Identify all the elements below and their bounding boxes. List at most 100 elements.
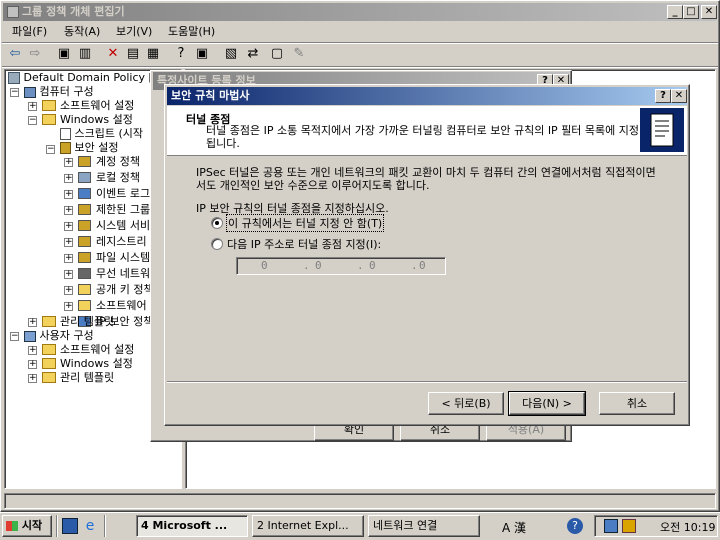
radio-ip-address[interactable] — [211, 238, 223, 250]
expand-icon[interactable]: + — [28, 360, 37, 369]
wizard-back-button[interactable]: < 뒤로(B) — [428, 392, 504, 415]
policy-node-icon — [78, 252, 91, 263]
delete-icon[interactable]: ✕ — [104, 45, 122, 63]
view-icon[interactable]: ▣ — [193, 45, 211, 63]
tree-windows-settings[interactable]: Windows 설정 — [60, 112, 133, 127]
internet-explorer-icon[interactable]: e — [82, 518, 98, 534]
properties-icon[interactable]: ▤ — [124, 45, 142, 63]
tree-security-child[interactable]: 계정 정책 — [96, 154, 140, 169]
tree-scripts[interactable]: 스크립트 (시작 — [60, 126, 143, 141]
tree-security-child[interactable]: 레지스트리 — [96, 234, 147, 249]
radio-no-tunnel-text: 이 규칙에서는 터널 지정 안 함(T) — [228, 217, 383, 230]
collapse-icon[interactable]: − — [28, 116, 37, 125]
tree-user-admin[interactable]: 관리 템플릿 — [60, 370, 114, 385]
tree-user-windows[interactable]: Windows 설정 — [60, 356, 133, 371]
policy-node-icon — [78, 284, 91, 295]
tree-security-settings[interactable]: 보안 설정 — [60, 140, 118, 155]
policy-node-icon — [78, 204, 91, 215]
policy-node-icon — [78, 156, 91, 167]
radio-no-tunnel-label[interactable]: 이 규칙에서는 터널 지정 안 함(T) — [225, 214, 385, 232]
tree-computer-config-label: 컴퓨터 구성 — [39, 85, 94, 98]
back-arrow-icon[interactable]: ⇦ — [6, 45, 24, 63]
app-icon — [7, 6, 19, 18]
folder-open-icon — [42, 114, 56, 125]
tree-admin-templates[interactable]: 관리 템플릿 — [60, 314, 114, 329]
export-icon[interactable]: ▦ — [144, 45, 162, 63]
clock-time: 10:19 — [683, 521, 716, 534]
user-icon — [24, 330, 36, 342]
wizard-titlebar[interactable]: 보안 규칙 마법사 — [167, 87, 687, 105]
tree-security-child[interactable]: 제한된 그룹 — [96, 202, 150, 217]
task-internet-explorer[interactable]: 2 Internet Expl... — [252, 515, 364, 537]
tree-software-settings[interactable]: 소프트웨어 설정 — [60, 98, 134, 113]
show-tree-icon[interactable]: ▥ — [76, 45, 94, 63]
policy-node-icon — [78, 268, 91, 279]
wizard-next-button[interactable]: 다음(N) > — [508, 391, 586, 416]
wizard-help-button[interactable]: ? — [655, 89, 671, 103]
task-network-connections[interactable]: 네트워크 연결 — [368, 515, 480, 537]
tree-security-child[interactable]: 파일 시스템 — [96, 250, 150, 265]
maximize-button[interactable]: □ — [683, 5, 699, 19]
expand-icon[interactable]: + — [64, 206, 73, 215]
expand-icon[interactable]: + — [64, 222, 73, 231]
menu-help[interactable]: 도움말(H) — [168, 24, 215, 40]
menu-file[interactable]: 파일(F) — [12, 24, 47, 40]
status-bar — [4, 493, 716, 509]
collapse-icon[interactable]: − — [10, 88, 19, 97]
tree-security-child[interactable]: 무선 네트워 — [96, 266, 150, 281]
task-microsoft[interactable]: 4 Microsoft ... — [136, 515, 248, 537]
collapse-icon[interactable]: − — [46, 145, 55, 154]
up-folder-icon[interactable]: ▣ — [55, 45, 73, 63]
menu-view[interactable]: 보기(V) — [116, 24, 152, 40]
network-icon[interactable] — [604, 519, 618, 533]
show-desktop-icon[interactable] — [62, 518, 78, 534]
radio-no-tunnel[interactable] — [211, 217, 223, 229]
tree-user-config[interactable]: 사용자 구성 — [24, 328, 94, 343]
close-button[interactable]: ✕ — [701, 5, 717, 19]
start-button[interactable]: 시작 — [2, 515, 52, 537]
expand-icon[interactable]: + — [28, 374, 37, 383]
main-titlebar[interactable]: 그룹 정책 개체 편집기 — [3, 3, 717, 21]
edit-icon[interactable]: ✎ — [290, 45, 308, 63]
expand-icon[interactable]: + — [64, 286, 73, 295]
forward-arrow-icon[interactable]: ⇨ — [26, 45, 44, 63]
tree-user-software[interactable]: 소프트웨어 설정 — [60, 342, 134, 357]
assign-icon[interactable]: ⇄ — [244, 45, 262, 63]
expand-icon[interactable]: + — [64, 158, 73, 167]
radio-selected-dot — [215, 221, 219, 225]
policy-node-icon — [78, 220, 91, 231]
wizard-cancel-button[interactable]: 취소 — [599, 392, 675, 415]
expand-icon[interactable]: + — [64, 270, 73, 279]
expand-icon[interactable]: + — [64, 302, 73, 311]
task-microsoft-label: 4 Microsoft ... — [141, 519, 228, 532]
folder-icon — [42, 100, 56, 111]
tree-root[interactable]: Default Domain Policy [I — [8, 70, 156, 85]
expand-icon[interactable]: + — [64, 238, 73, 247]
ip-dot-3: . — [411, 259, 418, 272]
menu-action[interactable]: 동작(A) — [64, 24, 100, 40]
ip-dot-2: . — [357, 259, 364, 272]
tree-computer-config[interactable]: 컴퓨터 구성 — [24, 84, 94, 99]
shield-icon[interactable] — [622, 519, 636, 533]
ime-indicator[interactable]: A 漢 — [502, 519, 526, 536]
tree-security-child[interactable]: 이벤트 로그 — [96, 186, 150, 201]
wizard-close-button[interactable]: ✕ — [671, 89, 687, 103]
expand-icon[interactable]: + — [64, 254, 73, 263]
minimize-button[interactable]: _ — [667, 5, 683, 19]
expand-icon[interactable]: + — [64, 190, 73, 199]
help-icon[interactable]: ? — [172, 45, 190, 63]
radio-ip-address-label[interactable]: 다음 IP 주소로 터널 종점 지정(I): — [227, 236, 381, 252]
tree-security-child[interactable]: 시스템 서비 — [96, 218, 150, 233]
expand-icon[interactable]: + — [28, 102, 37, 111]
tree-security-child[interactable]: 로컬 정책 — [96, 170, 140, 185]
clock[interactable]: 오전 10:19 — [660, 519, 715, 535]
help-icon[interactable]: ? — [567, 518, 583, 534]
test-icon[interactable]: ▢ — [268, 45, 286, 63]
collapse-icon[interactable]: − — [10, 332, 19, 341]
new-item-icon[interactable]: ▧ — [222, 45, 240, 63]
tree-security-child[interactable]: 소프트웨어 — [96, 298, 147, 313]
expand-icon[interactable]: + — [28, 346, 37, 355]
tree-security-child[interactable]: 공개 키 정책 — [96, 282, 154, 297]
expand-icon[interactable]: + — [64, 174, 73, 183]
expand-icon[interactable]: + — [28, 318, 37, 327]
